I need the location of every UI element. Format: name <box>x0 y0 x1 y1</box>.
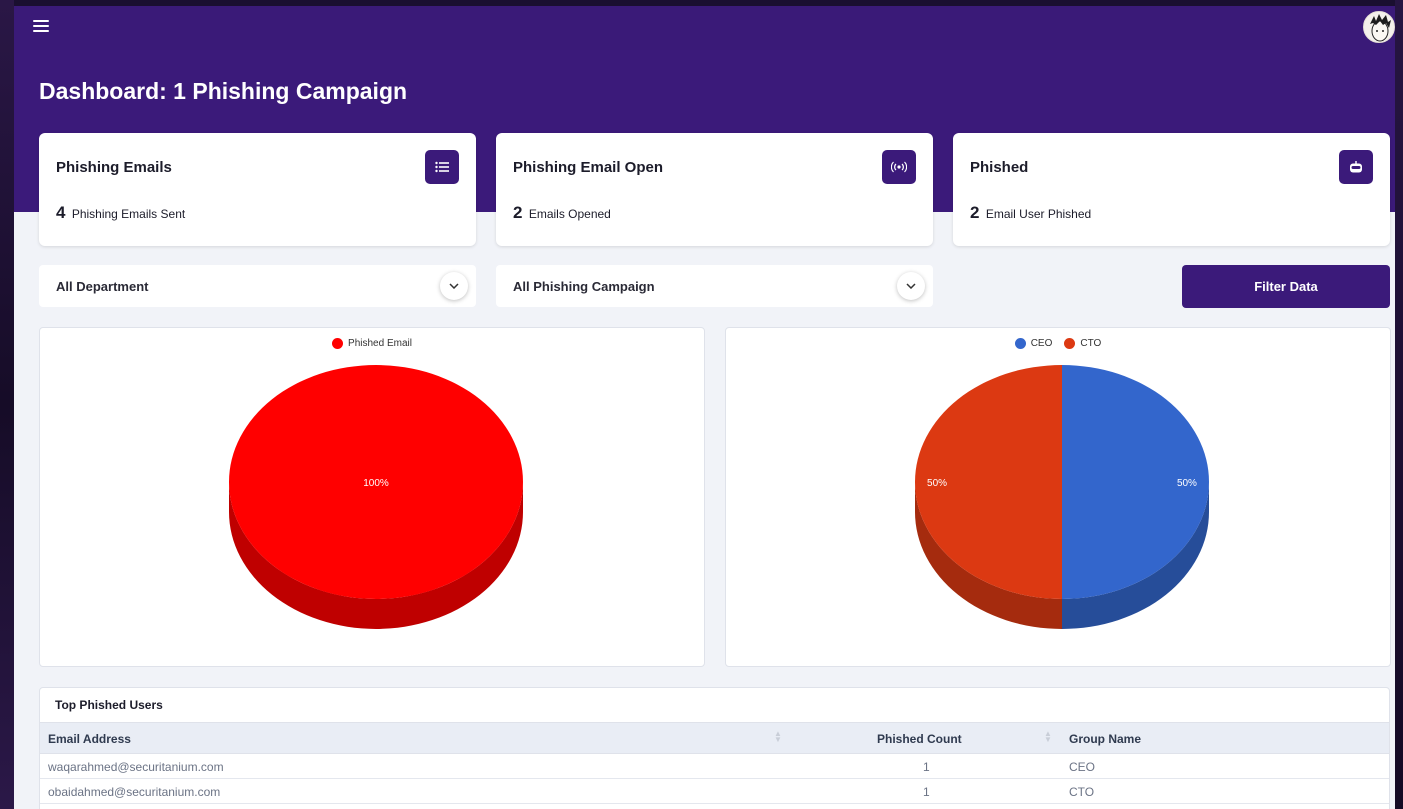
window-right-edge <box>1395 0 1403 809</box>
email-cell: waqarahmed@securitanium.com <box>48 760 224 774</box>
sort-icon[interactable]: ▲ ▼ <box>1044 730 1052 744</box>
avatar[interactable] <box>1363 11 1395 43</box>
broadcast-icon <box>882 150 916 184</box>
top-bar <box>14 6 1395 50</box>
card-title: Phished <box>970 159 1029 176</box>
department-select[interactable]: All Department <box>39 265 476 307</box>
department-select-value: All Department <box>56 279 149 294</box>
campaign-select-value: All Phishing Campaign <box>513 279 655 294</box>
phishing-email-open-card: Phishing Email Open 2 Emails Opened <box>496 133 933 246</box>
phishing-emails-card: Phishing Emails 4 Phishing Emails Sent <box>39 133 476 246</box>
avatar-image <box>1370 14 1391 42</box>
chevron-down-icon[interactable] <box>440 272 468 300</box>
email-cell: obaidahmed@securitanium.com <box>48 785 221 799</box>
card-stat: 2 Emails Opened <box>513 203 611 223</box>
list-icon <box>425 150 459 184</box>
card-title: Phishing Emails <box>56 159 172 176</box>
sort-icon[interactable]: ▲ ▼ <box>774 730 782 744</box>
column-header-phished-count[interactable]: Phished Count <box>877 732 962 746</box>
card-stat-value: 2 <box>970 203 980 222</box>
pie-chart-phished: 100% <box>229 365 523 629</box>
hamburger-menu-icon[interactable] <box>33 20 49 34</box>
group-cell: CEO <box>1069 760 1096 774</box>
table-header: Email Address ▲ ▼ Phished Count ▲ ▼ Group … <box>40 722 1389 754</box>
pie-slice-label: 50% <box>927 478 947 489</box>
pie-slice-label: 50% <box>1177 478 1197 489</box>
group-cell: CTO <box>1069 785 1095 799</box>
column-header-group[interactable]: Group Name <box>1069 732 1141 746</box>
campaign-select[interactable]: All Phishing Campaign <box>496 265 933 307</box>
group-chart: CEO CTO 50% 50% <box>725 327 1391 667</box>
count-cell: 1 <box>923 760 930 774</box>
card-stat-value: 4 <box>56 203 66 222</box>
window-left-edge <box>0 0 14 809</box>
card-stat: 2 Email User Phished <box>970 203 1091 223</box>
pie-chart-groups: 50% 50% <box>915 365 1209 629</box>
column-header-email[interactable]: Email Address <box>48 732 131 746</box>
card-stat-label: Email User Phished <box>985 207 1092 221</box>
count-cell: 1 <box>923 785 930 799</box>
table-title: Top Phished Users <box>55 698 163 712</box>
page-title: Dashboard: 1 Phishing Campaign <box>39 78 408 104</box>
phished-email-chart: Phished Email 100% <box>39 327 705 667</box>
pie-slice-label: 100% <box>363 478 389 489</box>
table-row[interactable]: waqarahmed@securitanium.com 1 CEO <box>40 755 1389 779</box>
table-row[interactable]: obaidahmed@securitanium.com 1 CTO <box>40 780 1389 804</box>
chevron-down-icon[interactable] <box>897 272 925 300</box>
robot-icon <box>1339 150 1373 184</box>
card-stat-label: Emails Opened <box>528 207 611 221</box>
card-stat-value: 2 <box>513 203 523 222</box>
top-phished-users-table: Top Phished Users Email Address ▲ ▼ Phish… <box>39 687 1390 809</box>
card-stat: 4 Phishing Emails Sent <box>56 203 185 223</box>
dashboard-app: Dashboard: 1 Phishing Campaign Phishing … <box>14 6 1395 809</box>
phished-card: Phished 2 Email User Phished <box>953 133 1390 246</box>
filter-data-button[interactable]: Filter Data <box>1182 265 1390 308</box>
card-stat-label: Phishing Emails Sent <box>71 207 186 221</box>
card-title: Phishing Email Open <box>513 159 664 176</box>
